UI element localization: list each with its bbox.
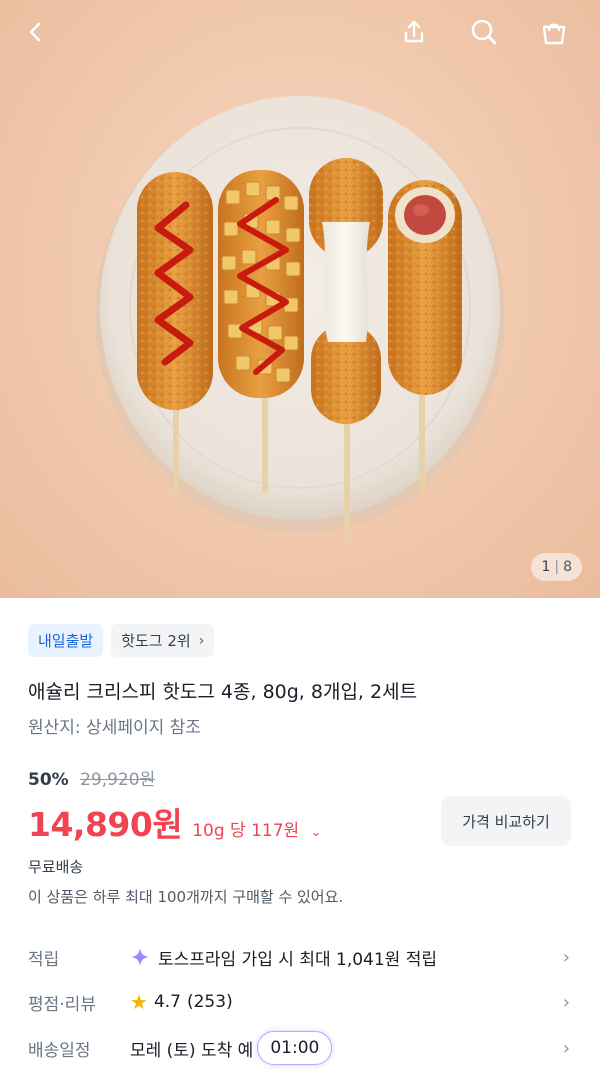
- page-separator: |: [554, 559, 560, 575]
- original-price: 29,920원: [80, 770, 156, 790]
- page-total: 8: [563, 559, 572, 575]
- unit-price-toggle[interactable]: 10g 당 117원 ⌄: [192, 816, 321, 841]
- points-row[interactable]: 적립 토스프라임 가입 시 최대 1,041원 적립 ›: [0, 935, 600, 979]
- discount-rate: 50%: [28, 770, 69, 790]
- price-compare-label: 가격 비교하기: [462, 812, 550, 831]
- free-shipping-label: 무료배송: [28, 858, 84, 876]
- category-rank-label: 핫도그 2위: [121, 632, 191, 650]
- price-row: 14,890원 10g 당 117원 ⌄: [28, 798, 322, 846]
- product-photo: [95, 96, 505, 542]
- badge-row: 내일출발 핫도그 2위 ›: [28, 624, 215, 657]
- tomorrow-dispatch-badge: 내일출발: [28, 624, 104, 657]
- points-value: 토스프라임 가입 시 최대 1,041원 적립: [130, 945, 437, 970]
- search-icon: [471, 19, 497, 45]
- delivery-countdown-badge: 01:00: [257, 1031, 333, 1065]
- back-button[interactable]: [14, 10, 58, 54]
- delivery-label: 배송일정: [28, 1040, 91, 1061]
- rating-review-row[interactable]: 평점·리뷰 ★ 4.7 (253) ›: [0, 980, 600, 1024]
- sale-price: 14,890원: [28, 805, 183, 844]
- star-icon: ★: [130, 990, 148, 1014]
- rating-score: 4.7: [153, 992, 181, 1012]
- share-button[interactable]: [392, 10, 436, 54]
- top-navigation-bar: [0, 0, 600, 64]
- product-title: 애슐리 크리스피 핫도그 4종, 80g, 8개입, 2세트: [28, 681, 418, 703]
- tomorrow-dispatch-label: 내일출발: [38, 632, 94, 650]
- product-image-carousel[interactable]: 1 | 8: [0, 0, 600, 598]
- chevron-right-icon: ›: [198, 632, 205, 649]
- chevron-left-icon: [29, 22, 41, 42]
- image-page-indicator: 1 | 8: [531, 553, 582, 581]
- cart-button[interactable]: [532, 10, 576, 54]
- share-icon: [404, 20, 424, 43]
- purchase-limit-note: 이 상품은 하루 최대 100개까지 구매할 수 있어요.: [28, 888, 344, 906]
- discount-row: 50% 29,920원: [28, 765, 155, 790]
- chevron-down-icon: ⌄: [310, 825, 322, 840]
- product-info-section: 내일출발 핫도그 2위 › 애슐리 크리스피 핫도그 4종, 80g, 8개입,…: [0, 598, 600, 1077]
- rating-label: 평점·리뷰: [28, 994, 96, 1015]
- search-button[interactable]: [462, 10, 506, 54]
- price-compare-button[interactable]: 가격 비교하기: [441, 796, 571, 846]
- page-current: 1: [541, 559, 551, 575]
- points-text: 토스프라임 가입 시 최대 1,041원 적립: [158, 949, 438, 970]
- delivery-schedule-row[interactable]: 배송일정 모레 (토) 도착 예 01:00 ›: [0, 1026, 600, 1070]
- rating-value: ★ 4.7 (253): [130, 992, 233, 1012]
- category-rank-chip[interactable]: 핫도그 2위 ›: [111, 624, 215, 657]
- chevron-right-icon: ›: [562, 1037, 570, 1059]
- points-label: 적립: [28, 949, 60, 970]
- origin-info: 원산지: 상세페이지 참조: [28, 718, 201, 738]
- delivery-eta: 모레 (토) 도착 예: [130, 1040, 254, 1061]
- chevron-right-icon: ›: [562, 946, 570, 968]
- shopping-bag-icon: [542, 23, 566, 45]
- sparkle-icon: [131, 948, 149, 966]
- chevron-right-icon: ›: [562, 991, 570, 1013]
- delivery-value: 모레 (토) 도착 예 01:00: [130, 1031, 333, 1065]
- unit-price-label: 10g 당 117원: [192, 821, 300, 841]
- review-count: (253): [186, 992, 233, 1012]
